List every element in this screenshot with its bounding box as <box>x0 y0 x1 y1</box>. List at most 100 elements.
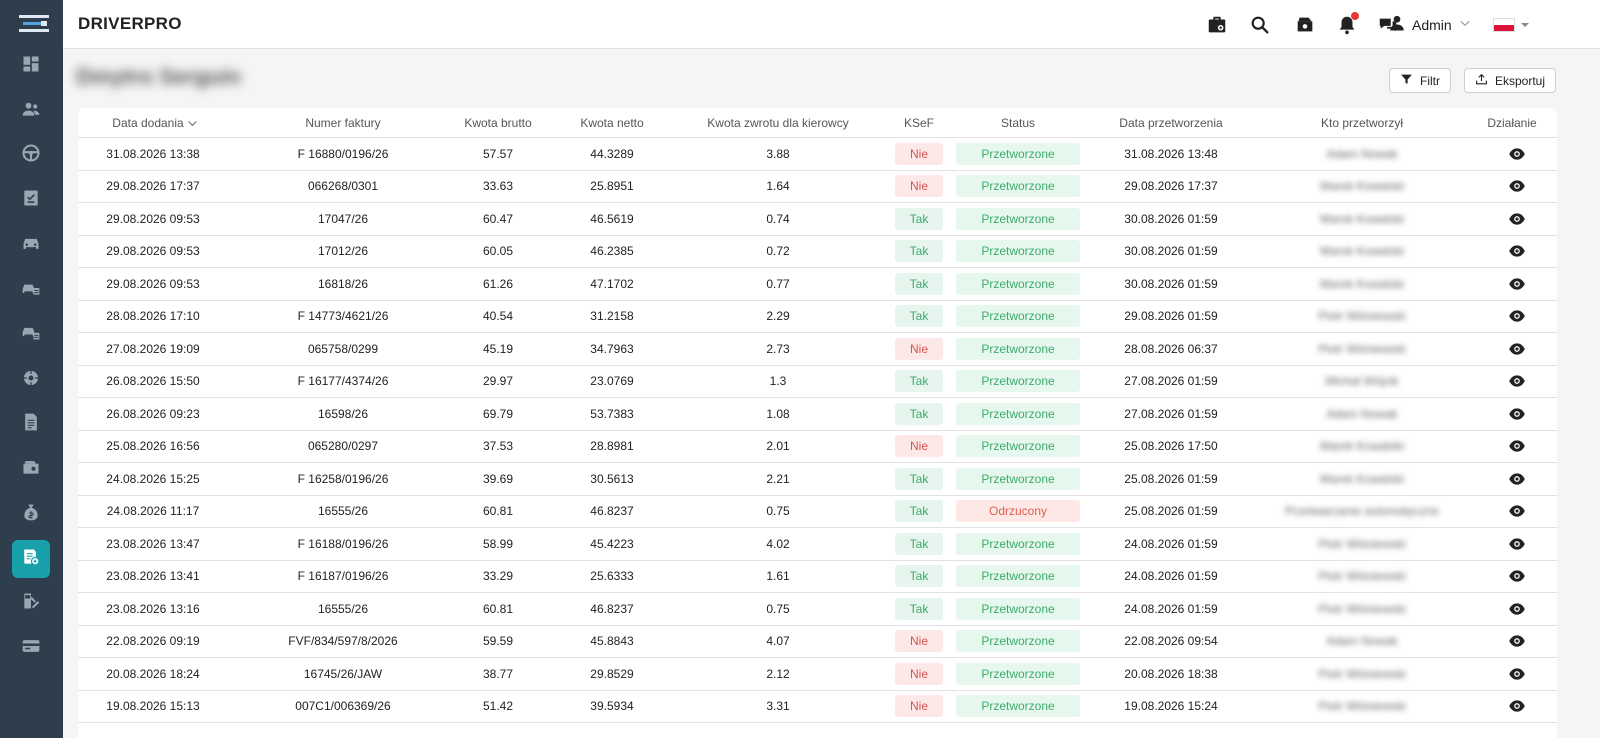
sidebar-item-users[interactable] <box>12 92 50 130</box>
sidebar-item-settings-cog[interactable] <box>12 361 50 399</box>
ksef-badge: Tak <box>895 272 943 295</box>
view-eye-icon[interactable] <box>1509 635 1526 647</box>
ksef-badge: Tak <box>895 370 943 393</box>
view-eye-icon[interactable] <box>1509 668 1526 680</box>
status-badge: Przetworzone <box>956 175 1080 198</box>
sidebar-item-checklist[interactable] <box>12 181 50 219</box>
cell-gross-amount: 59.59 <box>482 634 514 649</box>
cell-invoice-number: F 16880/0196/26 <box>297 146 389 161</box>
sidebar-item-car-service[interactable] <box>12 271 50 309</box>
cell-processed-date: 25.08.2026 01:59 <box>1124 504 1218 519</box>
cell-invoice-number: 066268/0301 <box>307 179 379 194</box>
cell-gross-amount: 45.19 <box>482 341 514 356</box>
table-row: 29.08.2026 09:53 17012/26 60.05 46.2385 0.72… <box>78 236 1557 268</box>
cell-net-amount: 39.5934 <box>590 699 634 714</box>
sidebar-item-credit-card[interactable] <box>12 629 50 667</box>
column-header-date-added[interactable]: Data dodania <box>112 116 198 130</box>
car-icon <box>21 233 41 258</box>
cell-processed-date: 30.08.2026 01:59 <box>1124 276 1218 291</box>
view-eye-icon[interactable] <box>1509 310 1526 322</box>
cell-processed-by: Michał Wójcik <box>1325 374 1399 389</box>
cell-date-added: 23.08.2026 13:47 <box>106 536 200 551</box>
view-eye-icon[interactable] <box>1509 538 1526 550</box>
view-eye-icon[interactable] <box>1509 375 1526 387</box>
sidebar-item-money-bag[interactable] <box>12 495 50 533</box>
cell-invoice-number: 16555/26 <box>317 504 369 519</box>
sidebar-item-document[interactable] <box>12 405 50 443</box>
status-badge: Przetworzone <box>956 662 1080 685</box>
sidebar-item-steering-wheel[interactable] <box>12 136 50 174</box>
cell-processed-date: 27.08.2026 01:59 <box>1124 406 1218 421</box>
status-badge: Przetworzone <box>956 532 1080 555</box>
cell-net-amount: 23.0769 <box>590 374 634 389</box>
table-row: 26.08.2026 09:23 16598/26 69.79 53.7383 1.08… <box>78 398 1557 431</box>
app-logo-icon[interactable] <box>19 14 49 34</box>
view-eye-icon[interactable] <box>1509 570 1526 582</box>
cell-net-amount: 45.8843 <box>590 634 634 649</box>
cell-processed-date: 24.08.2026 01:59 <box>1124 601 1218 616</box>
car-wallet-icon[interactable] <box>1294 14 1316 36</box>
view-eye-icon[interactable] <box>1509 245 1526 257</box>
view-eye-icon[interactable] <box>1509 440 1526 452</box>
view-eye-icon[interactable] <box>1509 148 1526 160</box>
cell-invoice-number: F 16188/0196/26 <box>297 536 389 551</box>
status-badge: Przetworzone <box>956 142 1080 165</box>
view-eye-icon[interactable] <box>1509 213 1526 225</box>
search-icon[interactable] <box>1249 14 1271 36</box>
cell-refund-amount: 3.88 <box>766 146 790 161</box>
cell-invoice-number: F 16258/0196/26 <box>297 471 389 486</box>
view-eye-icon[interactable] <box>1509 473 1526 485</box>
briefcase-icon[interactable] <box>1206 14 1228 36</box>
view-eye-icon[interactable] <box>1509 343 1526 355</box>
filter-label: Filtr <box>1420 73 1440 88</box>
view-eye-icon[interactable] <box>1509 505 1526 517</box>
export-button[interactable]: Eksportuj <box>1464 68 1557 93</box>
table-row: 29.08.2026 09:53 17047/26 60.47 46.5619 0.74… <box>78 203 1557 236</box>
cell-net-amount: 44.3289 <box>590 146 634 161</box>
view-eye-icon[interactable] <box>1509 603 1526 615</box>
cell-processed-date: 22.08.2026 09:54 <box>1124 634 1218 649</box>
cell-processed-date: 24.08.2026 01:59 <box>1124 536 1218 551</box>
cell-processed-by: Piotr Wiśniewski <box>1318 601 1406 616</box>
status-badge: Przetworzone <box>956 370 1080 393</box>
view-eye-icon[interactable] <box>1509 700 1526 712</box>
page-title: Dmytro Serguin <box>76 64 242 89</box>
sidebar-item-invoice-refund[interactable] <box>12 540 50 578</box>
cell-net-amount: 53.7383 <box>590 406 634 421</box>
sidebar-item-fuel-tools[interactable] <box>12 584 50 622</box>
cell-refund-amount: 1.3 <box>769 374 787 389</box>
ksef-badge: Tak <box>895 532 943 555</box>
document-icon <box>21 412 41 437</box>
filter-button[interactable]: Filtr <box>1389 68 1451 93</box>
view-eye-icon[interactable] <box>1509 180 1526 192</box>
language-flag-icon[interactable] <box>1493 18 1515 32</box>
notifications-bell-icon[interactable] <box>1336 12 1359 36</box>
view-eye-icon[interactable] <box>1509 278 1526 290</box>
language-caret-icon[interactable] <box>1521 23 1529 27</box>
status-badge: Przetworzone <box>956 207 1080 230</box>
sidebar-item-car-list[interactable] <box>12 315 50 353</box>
sidebar-item-wallet[interactable] <box>12 450 50 488</box>
cell-processed-date: 30.08.2026 01:59 <box>1124 244 1218 259</box>
cell-refund-amount: 1.08 <box>766 406 790 421</box>
sidebar-item-dashboard[interactable] <box>12 47 50 85</box>
sidebar-item-car[interactable] <box>12 226 50 264</box>
column-header-processed-by: Kto przetworzył <box>1320 116 1404 130</box>
cell-net-amount: 45.4223 <box>590 536 634 551</box>
cell-refund-amount: 2.21 <box>766 471 790 486</box>
table-row: 29.08.2026 17:37 066268/0301 33.63 25.8951 1… <box>78 171 1557 203</box>
user-menu[interactable]: Admin <box>1388 14 1472 35</box>
ksef-badge: Nie <box>895 695 943 718</box>
cell-processed-date: 24.08.2026 01:59 <box>1124 569 1218 584</box>
cell-gross-amount: 51.42 <box>482 699 514 714</box>
cell-net-amount: 31.2158 <box>590 309 634 324</box>
cell-invoice-number: 065280/0297 <box>307 439 379 454</box>
view-eye-icon[interactable] <box>1509 408 1526 420</box>
table-row: 24.08.2026 15:25 F 16258/0196/26 39.69 30.5… <box>78 463 1557 496</box>
ksef-badge: Nie <box>895 337 943 360</box>
status-badge: Przetworzone <box>956 272 1080 295</box>
table-row: 23.08.2026 13:16 16555/26 60.81 46.8237 0.75… <box>78 593 1557 626</box>
column-header-action: Działanie <box>1487 116 1537 130</box>
cell-refund-amount: 1.64 <box>766 179 790 194</box>
cell-gross-amount: 33.63 <box>482 179 514 194</box>
